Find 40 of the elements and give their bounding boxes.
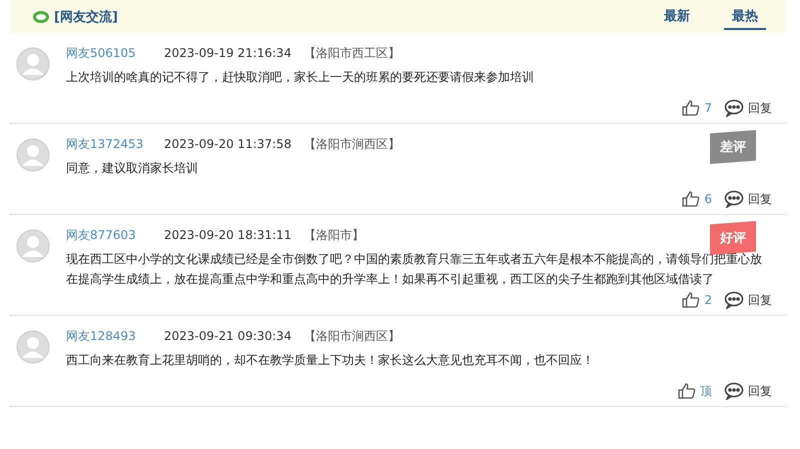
comment-location: 【洛阳市涧西区】 xyxy=(304,328,400,344)
sort-tab[interactable]: 最热 xyxy=(724,3,766,30)
comment-text: 同意，建议取消家长培训 xyxy=(66,160,199,177)
username-link[interactable]: 网友877603 xyxy=(66,226,164,244)
reply-button[interactable]: 回复 xyxy=(724,190,772,208)
rating-stamp: 差评 xyxy=(710,130,756,164)
like-button[interactable]: 2 xyxy=(682,291,712,309)
thumbs-up-icon xyxy=(682,99,700,117)
username-link[interactable]: 网友506105 xyxy=(66,44,164,62)
comment-time: 2023-09-20 11:37:58 xyxy=(164,137,292,151)
comment-text: 上次培训的啥真的记不得了，赶快取消吧，家长上一天的班累的要死还要请假来参加培训 xyxy=(66,69,535,86)
section-title: [网友交流] xyxy=(54,8,119,26)
comment-time: 2023-09-21 09:30:34 xyxy=(164,329,292,343)
thumbs-up-icon xyxy=(678,382,696,400)
reply-button[interactable]: 回复 xyxy=(724,99,772,117)
sort-tab[interactable]: 最新 xyxy=(656,3,698,30)
chat-bubble-icon xyxy=(32,10,50,24)
avatar-icon xyxy=(16,330,50,364)
like-button[interactable]: 6 xyxy=(682,190,712,208)
speech-bubble-icon xyxy=(724,291,744,309)
avatar-icon xyxy=(16,47,50,81)
username-link[interactable]: 网友1372453 xyxy=(66,136,164,152)
comment-time: 2023-09-19 21:16:34 xyxy=(164,46,292,60)
speech-bubble-icon xyxy=(724,382,744,400)
comment-text: 西工向来在教育上花里胡哨的，却不在教学质量上下功夫！家长这么大意见也充耳不闻，也不回应！ xyxy=(66,352,595,369)
thumbs-up-icon xyxy=(682,291,700,309)
username-link[interactable]: 网友128493 xyxy=(66,328,164,344)
comment-location: 【洛阳市西工区】 xyxy=(304,44,400,62)
avatar-icon xyxy=(16,229,50,263)
comment-location: 【洛阳市涧西区】 xyxy=(304,136,400,152)
reply-button[interactable]: 回复 xyxy=(724,291,772,309)
speech-bubble-icon xyxy=(724,99,744,117)
like-button[interactable]: 顶 xyxy=(678,382,712,400)
speech-bubble-icon xyxy=(724,190,744,208)
comment-location: 【洛阳市】 xyxy=(304,226,364,244)
thumbs-up-icon xyxy=(682,190,700,208)
comment-time: 2023-09-20 18:31:11 xyxy=(164,228,292,242)
avatar-icon xyxy=(16,138,50,172)
reply-button[interactable]: 回复 xyxy=(724,382,772,400)
like-button[interactable]: 7 xyxy=(682,99,712,117)
